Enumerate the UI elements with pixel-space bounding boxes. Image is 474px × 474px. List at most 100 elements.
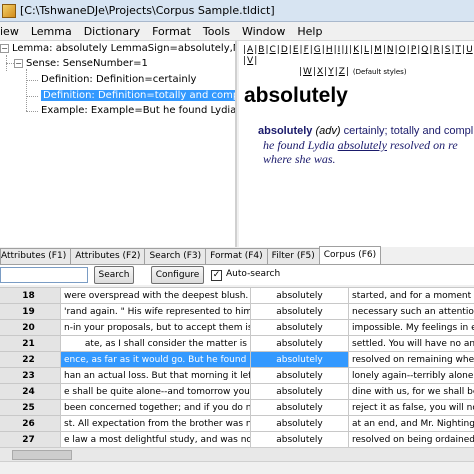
menu-format[interactable]: Format xyxy=(146,25,197,38)
letter-link[interactable]: V xyxy=(247,56,253,67)
keyword-cell: absolutely xyxy=(250,367,349,384)
keyword-cell: absolutely xyxy=(250,303,349,320)
letter-link[interactable]: G xyxy=(314,45,321,56)
letter-link[interactable]: W xyxy=(303,67,312,78)
row-number: 24 xyxy=(0,383,61,400)
tab-attributes-f2[interactable]: Attributes (F2) xyxy=(70,248,146,264)
autosearch-label: Auto-search xyxy=(226,269,281,279)
table-row[interactable]: 18 were overspread with the deepest blush… xyxy=(0,287,474,304)
letter-link[interactable]: H xyxy=(326,45,333,56)
lemma-tree[interactable]: − Lemma: absolutely LemmaSign=absolutely,… xyxy=(0,41,237,266)
row-number: 21 xyxy=(0,335,61,352)
table-row[interactable]: 21 ate, as I shall consider the matter is… xyxy=(0,335,474,352)
menu-lemma[interactable]: Lemma xyxy=(25,25,78,38)
configure-button[interactable]: Configure xyxy=(151,266,204,284)
entry-line: absolutely (adv) certainly; totally and … xyxy=(258,124,474,138)
tree-node-sense[interactable]: − Sense: SenseNumber=1 xyxy=(14,57,148,71)
left-context: n-in your proposals, but to accept them … xyxy=(60,319,251,336)
keyword-cell: absolutely xyxy=(250,351,349,368)
tree-node-label: Definition: Definition=certainly xyxy=(41,74,197,85)
letter-link[interactable]: M xyxy=(374,45,382,56)
row-number: 23 xyxy=(0,367,61,384)
tree-node-example[interactable]: Example: Example=But he found Lydia ~ xyxy=(41,104,235,118)
letter-link[interactable]: F xyxy=(304,45,309,56)
right-context: reject it as false, you will no xyxy=(348,399,474,416)
menu-view[interactable]: iew xyxy=(0,25,25,38)
tab-format[interactable]: Format (F4) xyxy=(205,248,268,264)
example-text: he found Lydia xyxy=(263,138,335,152)
example-keyword: absolutely xyxy=(337,138,387,152)
letter-link[interactable]: P xyxy=(411,45,416,56)
letter-link[interactable]: E xyxy=(293,45,299,56)
right-context: settled. You will have no ans xyxy=(348,335,474,352)
letter-link[interactable]: U xyxy=(466,45,473,56)
tab-corpus[interactable]: Corpus (F6) xyxy=(318,246,382,264)
letter-link[interactable]: N xyxy=(387,45,394,56)
tree-node-definition-selected[interactable]: Definition: Definition=totally and compl… xyxy=(41,89,235,103)
row-number: 26 xyxy=(0,415,61,432)
collapse-icon[interactable]: − xyxy=(0,43,9,53)
tab-search[interactable]: Search (F3) xyxy=(144,248,207,264)
table-row[interactable]: 22 ence, as far as it would go. But he fo… xyxy=(0,351,474,368)
letter-link[interactable]: R xyxy=(433,45,439,56)
letter-link[interactable]: J xyxy=(345,45,348,56)
letter-link[interactable]: C xyxy=(270,45,276,56)
letter-link[interactable]: X xyxy=(317,67,323,78)
horizontal-scrollbar[interactable] xyxy=(0,447,474,461)
autosearch-checkbox[interactable]: ✓ xyxy=(211,270,222,281)
table-row[interactable]: 23 han an actual loss. But that morning i… xyxy=(0,367,474,384)
letter-link[interactable]: Y xyxy=(328,67,334,78)
table-row[interactable]: 27 e law a most delightful study, and was… xyxy=(0,431,474,447)
default-styles-label: (Default styles) xyxy=(352,68,407,76)
search-button[interactable]: Search xyxy=(94,266,134,284)
menu-help[interactable]: Help xyxy=(291,25,328,38)
entry-lemma: absolutely xyxy=(258,125,313,137)
app-icon xyxy=(2,3,16,18)
letter-link[interactable]: K xyxy=(353,45,359,56)
letter-link[interactable]: I xyxy=(338,45,341,56)
table-row[interactable]: 25 been concerned together; and if you do… xyxy=(0,399,474,416)
letter-link[interactable]: A xyxy=(247,45,253,56)
scrollbar-thumb[interactable] xyxy=(12,450,72,460)
menu-tools[interactable]: Tools xyxy=(197,25,236,38)
alphabet-index: |A|B|C|D|E|F|G|H|I|J|K|L|M|N|O|P|Q|R|S|T… xyxy=(243,45,473,78)
row-number: 22 xyxy=(0,351,61,368)
tree-connector xyxy=(26,96,38,97)
row-number: 27 xyxy=(0,431,61,447)
keyword-cell: absolutely xyxy=(250,415,349,432)
letter-link[interactable]: L xyxy=(364,45,369,56)
letter-link[interactable]: S xyxy=(445,45,451,56)
collapse-icon[interactable]: − xyxy=(14,58,23,68)
window-title: [C:\TshwaneDJe\Projects\Corpus Sample.tl… xyxy=(20,4,275,17)
menu-window[interactable]: Window xyxy=(236,25,291,38)
entry-pos: (adv) xyxy=(315,125,341,137)
left-context: 'rand again. " His wife represented to h… xyxy=(60,303,251,320)
headword: absolutely xyxy=(244,84,348,107)
tab-attributes-f1[interactable]: Attributes (F1) xyxy=(0,248,72,264)
tree-connector xyxy=(26,111,38,112)
left-context: han an actual loss. But that morning it … xyxy=(60,367,251,384)
menu-dictionary[interactable]: Dictionary xyxy=(78,25,146,38)
letter-link[interactable]: Q xyxy=(421,45,428,56)
letter-link[interactable]: D xyxy=(281,45,288,56)
tab-filter[interactable]: Filter (F5) xyxy=(266,248,320,264)
tree-node-lemma[interactable]: − Lemma: absolutely LemmaSign=absolutely,… xyxy=(0,42,235,56)
letter-link[interactable]: B xyxy=(258,45,264,56)
tree-node-definition[interactable]: Definition: Definition=certainly xyxy=(41,73,196,87)
row-number: 18 xyxy=(0,287,61,304)
row-number: 25 xyxy=(0,399,61,416)
right-context: started, and for a moment se xyxy=(348,287,474,304)
tree-node-label: Definition: Definition=totally and compl… xyxy=(41,90,235,101)
letter-link[interactable]: O xyxy=(399,45,406,56)
left-context: ence, as far as it would go. But he foun… xyxy=(60,351,251,368)
search-input[interactable] xyxy=(0,267,88,283)
concordance-grid[interactable]: 18 were overspread with the deepest blush… xyxy=(0,287,474,447)
letter-link[interactable]: T xyxy=(456,45,462,56)
table-row[interactable]: 24 e shall be quite alone--and tomorrow y… xyxy=(0,383,474,400)
letter-link[interactable]: Z xyxy=(339,67,345,78)
tree-node-label: Sense: SenseNumber=1 xyxy=(26,58,148,69)
table-row[interactable]: 20 n-in your proposals, but to accept the… xyxy=(0,319,474,336)
table-row[interactable]: 19'rand again. " His wife represented to… xyxy=(0,303,474,320)
table-row[interactable]: 26 st. All expectation from the brother w… xyxy=(0,415,474,432)
left-context: e shall be quite alone--and tomorrow you… xyxy=(60,383,251,400)
